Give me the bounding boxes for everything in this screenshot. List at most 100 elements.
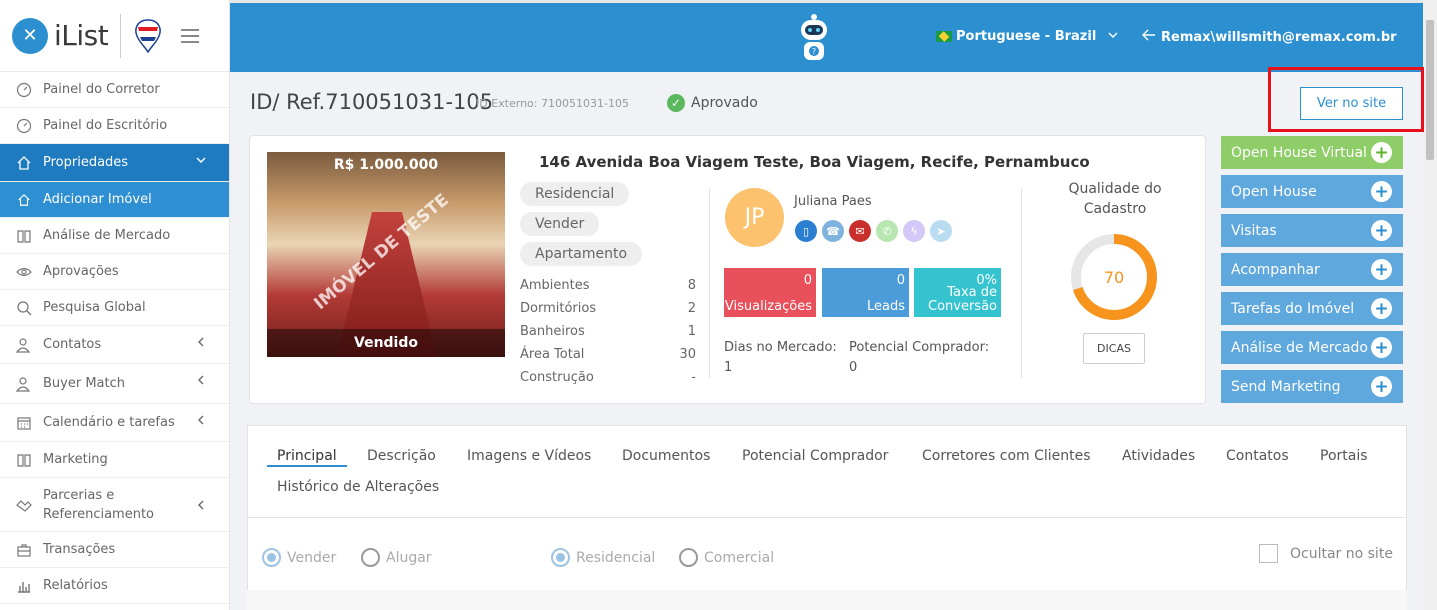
quality-gauge: 70 xyxy=(1071,234,1157,320)
hamburger-menu-icon[interactable] xyxy=(181,28,200,43)
mobile-icon[interactable]: ▯ xyxy=(795,220,817,242)
robot-assistant-icon[interactable]: ? xyxy=(793,13,835,63)
sidebar-item-label: Painel do Escritório xyxy=(43,118,168,133)
sidebar-item-parcerias[interactable]: Parcerias e Referenciamento xyxy=(0,478,229,532)
plus-icon: + xyxy=(1371,181,1392,202)
user-menu[interactable]: Remax\willsmith@remax.com.br xyxy=(1141,29,1397,45)
radio-button[interactable] xyxy=(679,548,698,567)
tab-documentos[interactable]: Documentos xyxy=(622,448,710,464)
sidebar-item-painel-corretor[interactable]: Painel do Corretor xyxy=(0,72,229,108)
home-icon xyxy=(15,154,33,172)
chevron-left-icon xyxy=(195,414,207,426)
visitas-button[interactable]: Visitas + xyxy=(1221,214,1403,247)
sidebar-item-propriedades[interactable]: Propriedades xyxy=(0,144,229,182)
sidebar-item-pesquisa-global[interactable]: Pesquisa Global xyxy=(0,290,229,326)
sidebar-item-relatorios[interactable]: Relatórios xyxy=(0,568,229,604)
tab-historico[interactable]: Histórico de Alterações xyxy=(277,479,439,495)
radio-button[interactable] xyxy=(361,548,380,567)
sidebar-item-painel-escritorio[interactable]: Painel do Escritório xyxy=(0,108,229,144)
radio-residencial[interactable]: Residencial xyxy=(551,548,655,567)
sidebar-item-label: Parcerias e Referenciamento xyxy=(43,487,154,522)
tab-portais[interactable]: Portais xyxy=(1320,448,1368,464)
property-photo[interactable]: R$ 1.000.000 IMÓVEL DE TESTE Vendido xyxy=(267,152,505,357)
radio-label: Residencial xyxy=(576,549,656,566)
feature-construcao: Construção - xyxy=(520,370,696,385)
ocultar-site-checkbox[interactable]: Ocultar no site xyxy=(1259,544,1393,563)
sidebar-item-label: Contatos xyxy=(43,337,102,352)
sidebar-item-marketing[interactable]: Marketing xyxy=(0,442,229,478)
checkbox-label: Ocultar no site xyxy=(1290,545,1393,562)
radio-button[interactable] xyxy=(262,548,281,567)
feature-value: - xyxy=(691,370,696,385)
ilist-logo-icon[interactable]: ✕ xyxy=(12,17,48,54)
sidebar-item-label: Análise de Mercado xyxy=(43,228,171,243)
chevron-left-icon xyxy=(195,374,207,386)
potencial-comprador-label: Potencial Comprador: xyxy=(849,340,990,355)
feature-label: Banheiros xyxy=(520,324,585,339)
stat-visualizacoes: 0 Visualizações xyxy=(724,268,816,317)
radio-comercial[interactable]: Comercial xyxy=(679,548,774,567)
tab-imagens-videos[interactable]: Imagens e Vídeos xyxy=(467,448,591,464)
eye-icon xyxy=(15,263,33,281)
radio-vender[interactable]: Vender xyxy=(262,548,336,567)
quality-score: 70 xyxy=(1104,268,1124,287)
sidebar-item-analise-mercado[interactable]: Análise de Mercado xyxy=(0,218,229,254)
check-circle-icon: ✓ xyxy=(667,94,685,112)
analise-mercado-button[interactable]: Análise de Mercado + xyxy=(1221,331,1403,364)
agent-name[interactable]: Juliana Paes xyxy=(794,194,872,209)
tab-atividades[interactable]: Atividades xyxy=(1122,448,1195,464)
dias-mercado-label: Dias no Mercado: xyxy=(724,340,837,355)
page-scrollbar[interactable] xyxy=(1423,0,1437,610)
radio-alugar[interactable]: Alugar xyxy=(361,548,432,567)
sidebar-item-label: Transações xyxy=(43,542,116,557)
open-house-virtual-button[interactable]: Open House Virtual + xyxy=(1221,136,1403,169)
brazil-flag-icon xyxy=(936,31,952,42)
tag-apartamento: Apartamento xyxy=(520,242,643,266)
feature-value: 8 xyxy=(687,278,696,293)
book-icon xyxy=(15,227,33,245)
checkbox-box[interactable] xyxy=(1259,544,1278,563)
acompanhar-button[interactable]: Acompanhar + xyxy=(1221,253,1403,286)
tab-corretores-clientes[interactable]: Corretores com Clientes xyxy=(922,448,1091,464)
dicas-button[interactable]: DICAS xyxy=(1083,333,1145,364)
active-tab-indicator xyxy=(267,465,347,467)
language-selector[interactable]: Portuguese - Brazil xyxy=(936,29,1118,44)
messenger-icon[interactable]: ϟ xyxy=(903,220,925,242)
whatsapp-icon[interactable]: ✆ xyxy=(876,220,898,242)
stat-label: Taxa de Conversão xyxy=(928,285,997,314)
sidebar-item-calendario[interactable]: Calendário e tarefas xyxy=(0,404,229,442)
feature-label: Dormitórios xyxy=(520,301,597,316)
send-marketing-button[interactable]: Send Marketing + xyxy=(1221,370,1403,403)
scrollbar-thumb[interactable] xyxy=(1426,20,1434,160)
dias-mercado-value: 1 xyxy=(724,360,733,375)
sidebar-item-adicionar-imovel[interactable]: Adicionar Imóvel xyxy=(0,182,229,218)
quality-label: Qualidade do Cadastro xyxy=(1068,181,1162,217)
tab-potencial-comprador[interactable]: Potencial Comprador xyxy=(742,448,888,464)
gauge-icon xyxy=(15,117,33,135)
remax-balloon-icon xyxy=(135,18,162,53)
tab-principal[interactable]: Principal xyxy=(277,448,337,464)
tarefas-imovel-button[interactable]: Tarefas do Imóvel + xyxy=(1221,292,1403,325)
feature-dormitorios: Dormitórios 2 xyxy=(520,301,696,316)
radio-button[interactable] xyxy=(551,548,570,567)
tab-contatos[interactable]: Contatos xyxy=(1226,448,1289,464)
email-icon[interactable]: ✉ xyxy=(849,220,871,242)
agent-avatar[interactable]: JP xyxy=(725,188,784,247)
stat-value: 0 xyxy=(803,273,812,288)
radio-label: Vender xyxy=(287,549,337,566)
telegram-icon[interactable]: ➤ xyxy=(930,220,952,242)
action-label: Visitas xyxy=(1231,222,1277,239)
open-house-button[interactable]: Open House + xyxy=(1221,175,1403,208)
brand-bar: ✕ iList xyxy=(0,0,229,72)
feature-value: 2 xyxy=(687,301,696,316)
tab-descricao[interactable]: Descrição xyxy=(367,448,436,464)
sidebar-item-aprovacoes[interactable]: Aprovações xyxy=(0,254,229,290)
contacts-icon xyxy=(15,336,33,354)
sidebar-item-label: Relatórios xyxy=(43,578,108,593)
sidebar-item-buyer-match[interactable]: Buyer Match xyxy=(0,364,229,404)
property-address: 146 Avenida Boa Viagem Teste, Boa Viagem… xyxy=(539,153,1090,171)
sidebar-item-transacoes[interactable]: Transações xyxy=(0,532,229,568)
plus-icon: + xyxy=(1371,298,1392,319)
sidebar-item-contatos[interactable]: Contatos xyxy=(0,326,229,364)
phone-icon[interactable]: ☎ xyxy=(822,220,844,242)
